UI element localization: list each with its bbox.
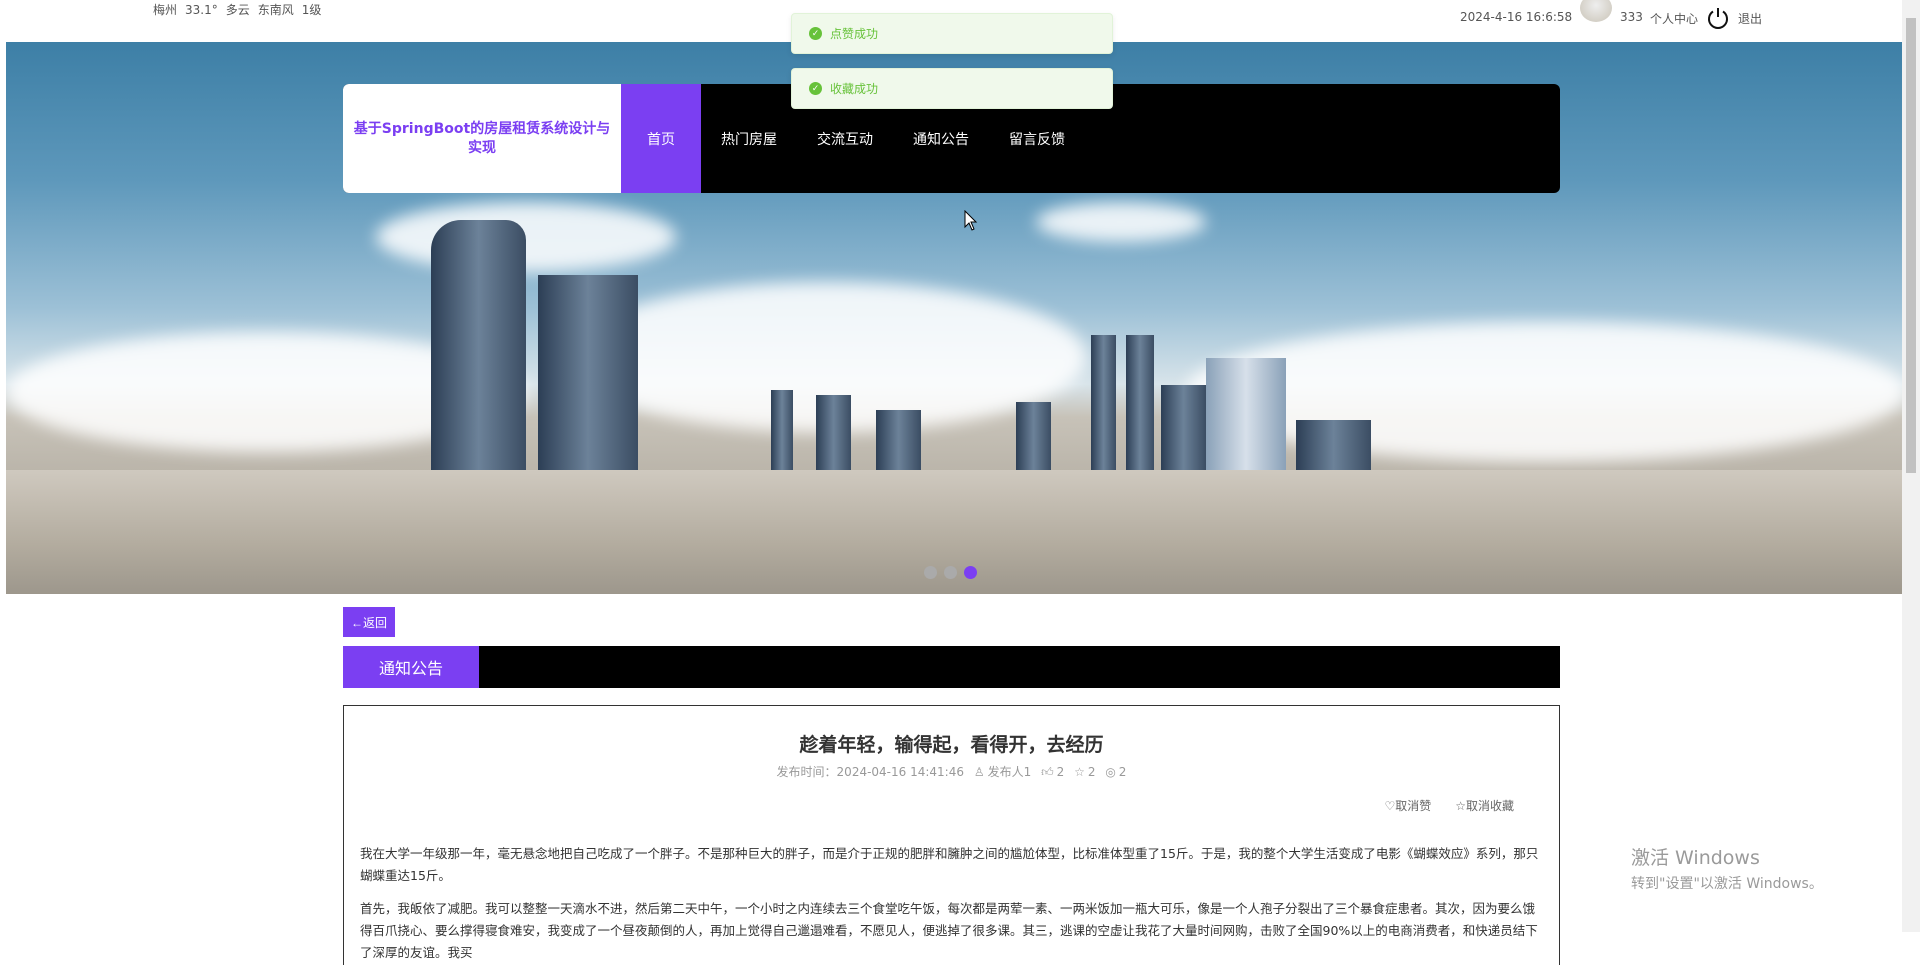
eye-icon: ◎ xyxy=(1105,765,1116,779)
article-body: 我在大学一年级那一年，毫无悬念地把自己吃成了一个胖子。不是那种巨大的胖子，而是介… xyxy=(360,843,1543,975)
weather-wind: 东南风 xyxy=(257,3,294,17)
toast-text: 点赞成功 xyxy=(830,27,879,41)
nav-item-home[interactable]: 首页 xyxy=(621,84,701,193)
logout-link[interactable]: 退出 xyxy=(1738,10,1762,27)
section-header: 通知公告 xyxy=(343,646,1560,688)
carousel-indicators xyxy=(924,566,977,579)
publish-time: 发布时间：2024-04-16 14:41:46 xyxy=(776,765,964,779)
carousel-dot-1[interactable] xyxy=(924,566,937,579)
windows-activation-watermark: 激活 Windows 转到"设置"以激活 Windows。 xyxy=(1631,843,1823,893)
back-button[interactable]: ←返回 xyxy=(343,607,395,637)
weather-info: 梅州 33.1° 多云 东南风 1级 xyxy=(153,1,329,18)
weather-city: 梅州 xyxy=(153,3,178,17)
username: 333 xyxy=(1620,10,1643,24)
like-count: 2 xyxy=(1056,765,1065,779)
toast-text: 收藏成功 xyxy=(830,82,879,96)
check-circle-icon: ✓ xyxy=(809,27,822,40)
watermark-subtitle: 转到"设置"以激活 Windows。 xyxy=(1631,876,1823,892)
unlike-label: 取消赞 xyxy=(1395,799,1432,813)
user-icon: ♙ xyxy=(973,765,985,779)
article-detail: 趁着年轻，输得起，看得开，去经历 发布时间：2024-04-16 14:41:4… xyxy=(343,705,1560,965)
carousel-dot-3[interactable] xyxy=(964,566,977,579)
nav-item-hot-houses[interactable]: 热门房屋 xyxy=(701,84,797,193)
current-datetime: 2024-4-16 16:6:58 xyxy=(1460,10,1573,24)
thumb-up-icon: 👍︎ xyxy=(1041,765,1054,779)
star-icon: ☆ xyxy=(1074,765,1085,779)
article-paragraph: 我在大学一年级那一年，毫无悬念地把自己吃成了一个胖子。不是那种巨大的胖子，而是介… xyxy=(360,846,1539,883)
watermark-title: 激活 Windows xyxy=(1631,847,1760,869)
star-icon: ☆ xyxy=(1455,799,1466,813)
unlike-button[interactable]: ♡取消赞 xyxy=(1384,797,1431,814)
unfavorite-button[interactable]: ☆取消收藏 xyxy=(1455,797,1514,814)
power-icon[interactable] xyxy=(1706,6,1730,30)
article-paragraph: 首先，我皈依了减肥。我可以整整一天滴水不进，然后第二天中午，一个小时之内连续去三… xyxy=(360,901,1538,960)
profile-link[interactable]: 个人中心 xyxy=(1650,10,1698,27)
weather-wind-level: 1级 xyxy=(301,3,322,17)
heart-icon: ♡ xyxy=(1384,799,1396,813)
site-logo-title[interactable]: 基于SpringBoot的房屋租赁系统设计与实现 xyxy=(343,84,621,193)
article-meta: 发布时间：2024-04-16 14:41:46 ♙ 发布人1 👍︎ 2 ☆ 2 ◎ 2 xyxy=(344,763,1559,780)
weather-temp: 33.1° xyxy=(185,3,218,17)
avatar[interactable] xyxy=(1580,0,1612,22)
carousel-dot-2[interactable] xyxy=(944,566,957,579)
favorite-count: 2 xyxy=(1087,765,1096,779)
scrollbar-thumb[interactable] xyxy=(1906,18,1916,473)
section-title: 通知公告 xyxy=(343,646,479,688)
toast-like-success: ✓ 点赞成功 xyxy=(791,13,1113,54)
mouse-cursor-icon xyxy=(964,210,978,231)
author: 发布人1 xyxy=(987,765,1032,779)
page-scrollbar[interactable] xyxy=(1902,0,1920,932)
check-circle-icon: ✓ xyxy=(809,82,822,95)
article-title: 趁着年轻，输得起，看得开，去经历 xyxy=(799,734,1104,756)
view-count: 2 xyxy=(1118,765,1127,779)
weather-condition: 多云 xyxy=(225,3,250,17)
unfavorite-label: 取消收藏 xyxy=(1465,799,1514,813)
toast-favorite-success: ✓ 收藏成功 xyxy=(791,68,1113,109)
